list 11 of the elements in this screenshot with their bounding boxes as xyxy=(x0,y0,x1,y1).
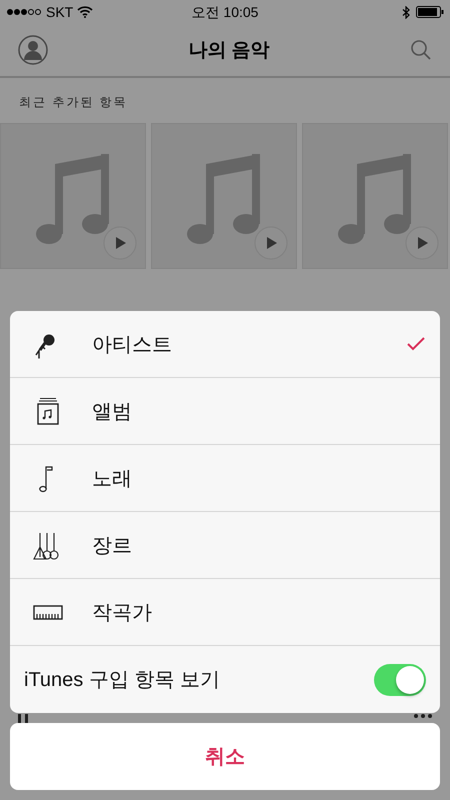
menu-item[interactable]: 노래 xyxy=(10,445,440,512)
clock-time: 오전 10:05 xyxy=(192,4,258,20)
section-heading: 최근 추가된 항목 xyxy=(18,94,129,111)
menu-item[interactable]: 아티스트 xyxy=(10,311,440,378)
carrier-name: SKT xyxy=(46,4,74,20)
cancel-button[interactable]: 취소 xyxy=(10,723,440,790)
toggle-label: iTunes 구입 항목 보기 xyxy=(24,668,221,693)
menu-item[interactable]: 장르 xyxy=(10,512,440,579)
menu-item[interactable]: 앨범 xyxy=(10,378,440,445)
screen-title: 나의 음악 xyxy=(188,39,270,63)
menu-item[interactable]: 작곡가 xyxy=(10,579,440,646)
